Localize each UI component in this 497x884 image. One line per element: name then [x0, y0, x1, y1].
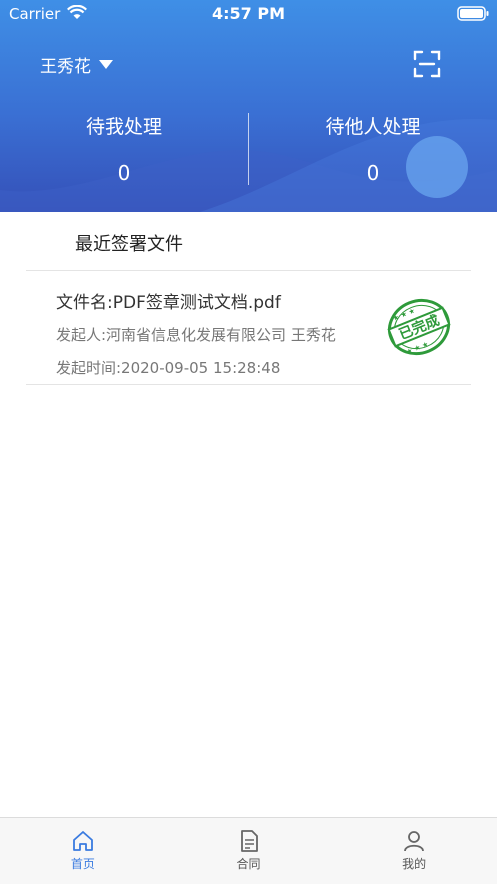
scan-icon [413, 50, 441, 78]
tab-contracts[interactable]: 合同 [166, 818, 332, 884]
scan-button[interactable] [412, 49, 442, 79]
tab-bar: 首页 合同 我的 [0, 817, 497, 884]
stat-label: 待我处理 [85, 116, 162, 138]
stat-pending-me[interactable]: 待我处理 0 [0, 112, 248, 185]
stat-count: 0 [117, 161, 131, 185]
completed-stamp: ★ ★ ★ ★ ★ ★ 已完成 [384, 296, 454, 362]
document-icon [240, 830, 258, 852]
status-bar: Carrier 4:57 PM [0, 0, 497, 28]
document-created-time: 发起时间:2020-09-05 15:28:48 [56, 359, 281, 377]
document-name: 文件名:PDF签章测试文档.pdf [56, 293, 281, 313]
tab-label: 我的 [402, 857, 427, 871]
caret-down-icon [99, 55, 113, 75]
document-list-item[interactable]: 文件名:PDF签章测试文档.pdf 发起人:河南省信息化发展有限公司 王秀花 发… [26, 270, 471, 385]
user-switcher[interactable]: 王秀花 [40, 52, 113, 77]
home-icon [72, 831, 93, 851]
stat-pending-others[interactable]: 待他人处理 0 [249, 112, 497, 185]
tab-label: 首页 [70, 857, 95, 871]
document-initiator: 发起人:河南省信息化发展有限公司 王秀花 [56, 326, 336, 344]
tab-mine[interactable]: 我的 [331, 818, 497, 884]
clock-time: 4:57 PM [211, 4, 285, 23]
header-banner: Carrier 4:57 PM 王秀花 待我处理 0 待他人处理 0 [0, 0, 497, 212]
section-title: 最近签署文件 [75, 234, 183, 255]
user-name: 王秀花 [40, 57, 91, 77]
stat-count: 0 [366, 161, 380, 185]
tab-label: 合同 [236, 857, 261, 871]
battery-icon [457, 6, 489, 25]
stat-label: 待他人处理 [325, 116, 421, 138]
person-icon [404, 831, 425, 852]
tab-home[interactable]: 首页 [0, 818, 166, 884]
